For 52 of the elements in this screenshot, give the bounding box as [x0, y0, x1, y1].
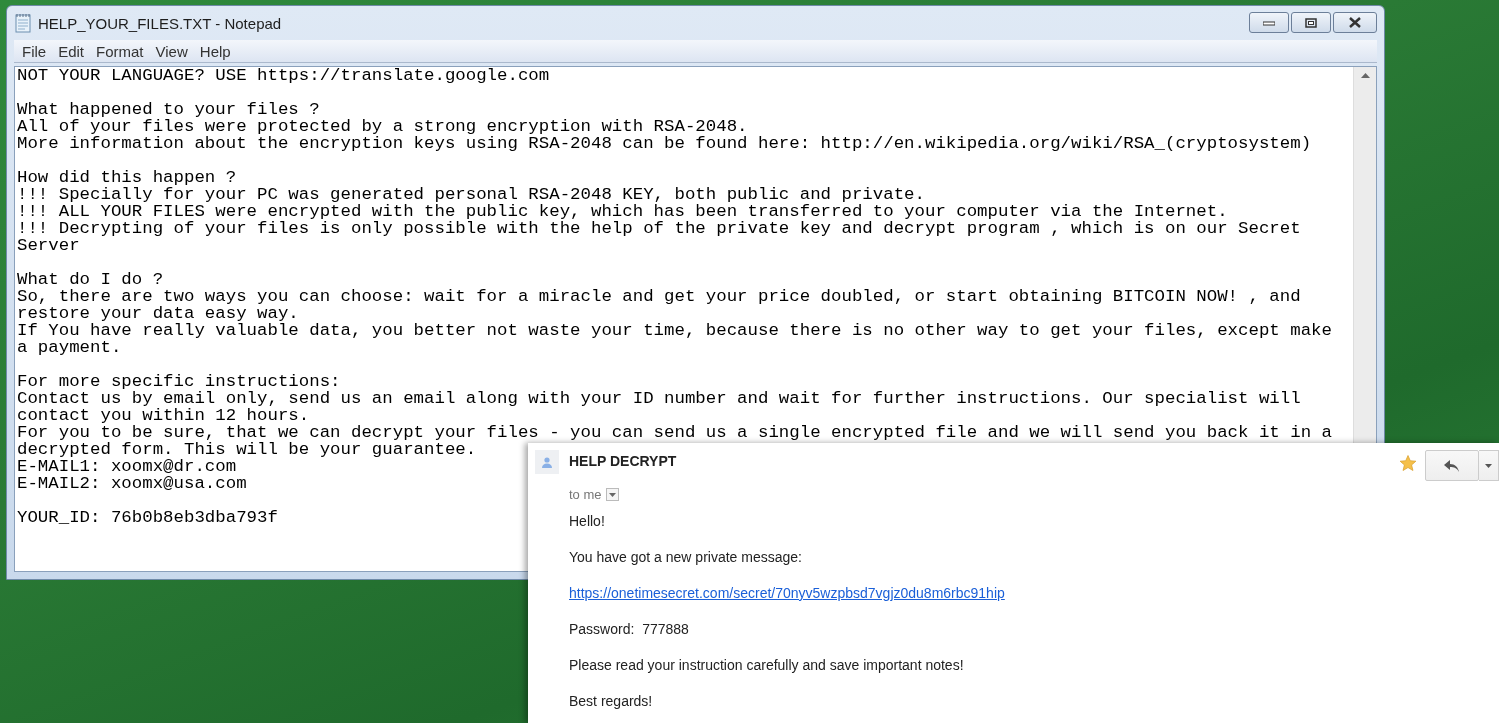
maximize-button[interactable] [1291, 12, 1331, 33]
menu-item[interactable]: Edit [52, 42, 91, 60]
recipient-label: to me [569, 487, 602, 502]
text-line: More information about the encryption keys using RSA-2048 can be found here: http://en.wikipedia.org/wiki/RSA_(cryptosystem) [17, 135, 1312, 152]
minimize-icon [1263, 19, 1275, 26]
text-line: E-MAIL1: xoomx@dr.com [17, 458, 237, 475]
text-line: What do I do ? [17, 271, 164, 288]
text-line: decrypted form. This will be your guarantee. [17, 441, 477, 458]
text-line: restore your data easy way. [17, 305, 299, 322]
caret-icon [608, 492, 616, 497]
text-line: All of your files were protected by a strong encryption with RSA-2048. [17, 118, 748, 135]
close-button[interactable] [1333, 12, 1377, 33]
menu-item[interactable]: File [16, 42, 53, 60]
text-line: So, there are two ways you can choose: wait for a miracle and get your price doubled, or start obtaining BITCOIN NOW! , and [17, 288, 1301, 305]
close-icon [1348, 17, 1362, 28]
message-text: You have got a new private message: [569, 548, 802, 566]
text-line: If You have really valuable data, you better not waste your time, because there is no other way to get your files, except make [17, 322, 1332, 339]
text-line: For more specific instructions: [17, 373, 341, 390]
message-text: Hello! [569, 512, 605, 530]
message-text: Best regards! [569, 692, 653, 710]
text-line: Server [17, 237, 80, 254]
text-line: YOUR_ID: 76b0b8eb3dba793f [17, 509, 278, 526]
notepad-icon [14, 13, 32, 33]
text-line: !!! Specially for your PC was generated personal RSA-2048 KEY, both public and private. [17, 186, 925, 203]
caret-icon [1485, 463, 1492, 468]
reply-button[interactable] [1425, 450, 1479, 481]
avatar-icon [535, 450, 559, 474]
text-line: !!! ALL YOUR FILES were encrypted with the public key, which has been transferred to your computer via the Internet. [17, 203, 1228, 220]
text-line: NOT YOUR LANGUAGE? USE https://translate.google.com [17, 67, 550, 84]
text-line: What happened to your files ? [17, 101, 320, 118]
text-line: !!! Decrypting of your files is only possible with the help of the private key and decrypt program , which is on our Secret [17, 220, 1301, 237]
message-link[interactable]: https://onetimesecret.com/secret/70nyv5wzpbsd7vgjz0du8m6rbc91hip [569, 584, 1005, 602]
menu-item[interactable]: View [149, 42, 194, 60]
scroll-up-arrow-icon[interactable] [1360, 73, 1370, 78]
window-title: HELP_YOUR_FILES.TXT - Notepad [38, 14, 283, 32]
message-text: Password: 777888 [569, 620, 689, 638]
text-line: For you to be sure, that we can decrypt your files - you can send us a single encrypted file and we will send you back it in a [17, 424, 1332, 441]
reply-arrow-icon [1444, 459, 1460, 472]
text-line: Contact us by email only, send us an email along with your ID number and wait for further instructions. Our specialist will [17, 390, 1301, 407]
menu-item[interactable]: Help [193, 42, 237, 60]
star-icon[interactable] [1399, 454, 1417, 472]
menu-item[interactable]: Format [90, 42, 150, 60]
maximize-icon [1305, 17, 1317, 28]
details-dropdown-button[interactable] [605, 488, 619, 501]
message-text: Please read your instruction carefully and save important notes! [569, 656, 964, 674]
text-line: E-MAIL2: xoomx@usa.com [17, 475, 247, 492]
minimize-button[interactable] [1249, 12, 1289, 33]
text-line: How did this happen ? [17, 169, 237, 186]
text-line: contact you within 12 hours. [17, 407, 310, 424]
sender-name: HELP DECRYPT [569, 453, 678, 469]
more-options-button[interactable] [1479, 450, 1499, 481]
text-line: a payment. [17, 339, 122, 356]
